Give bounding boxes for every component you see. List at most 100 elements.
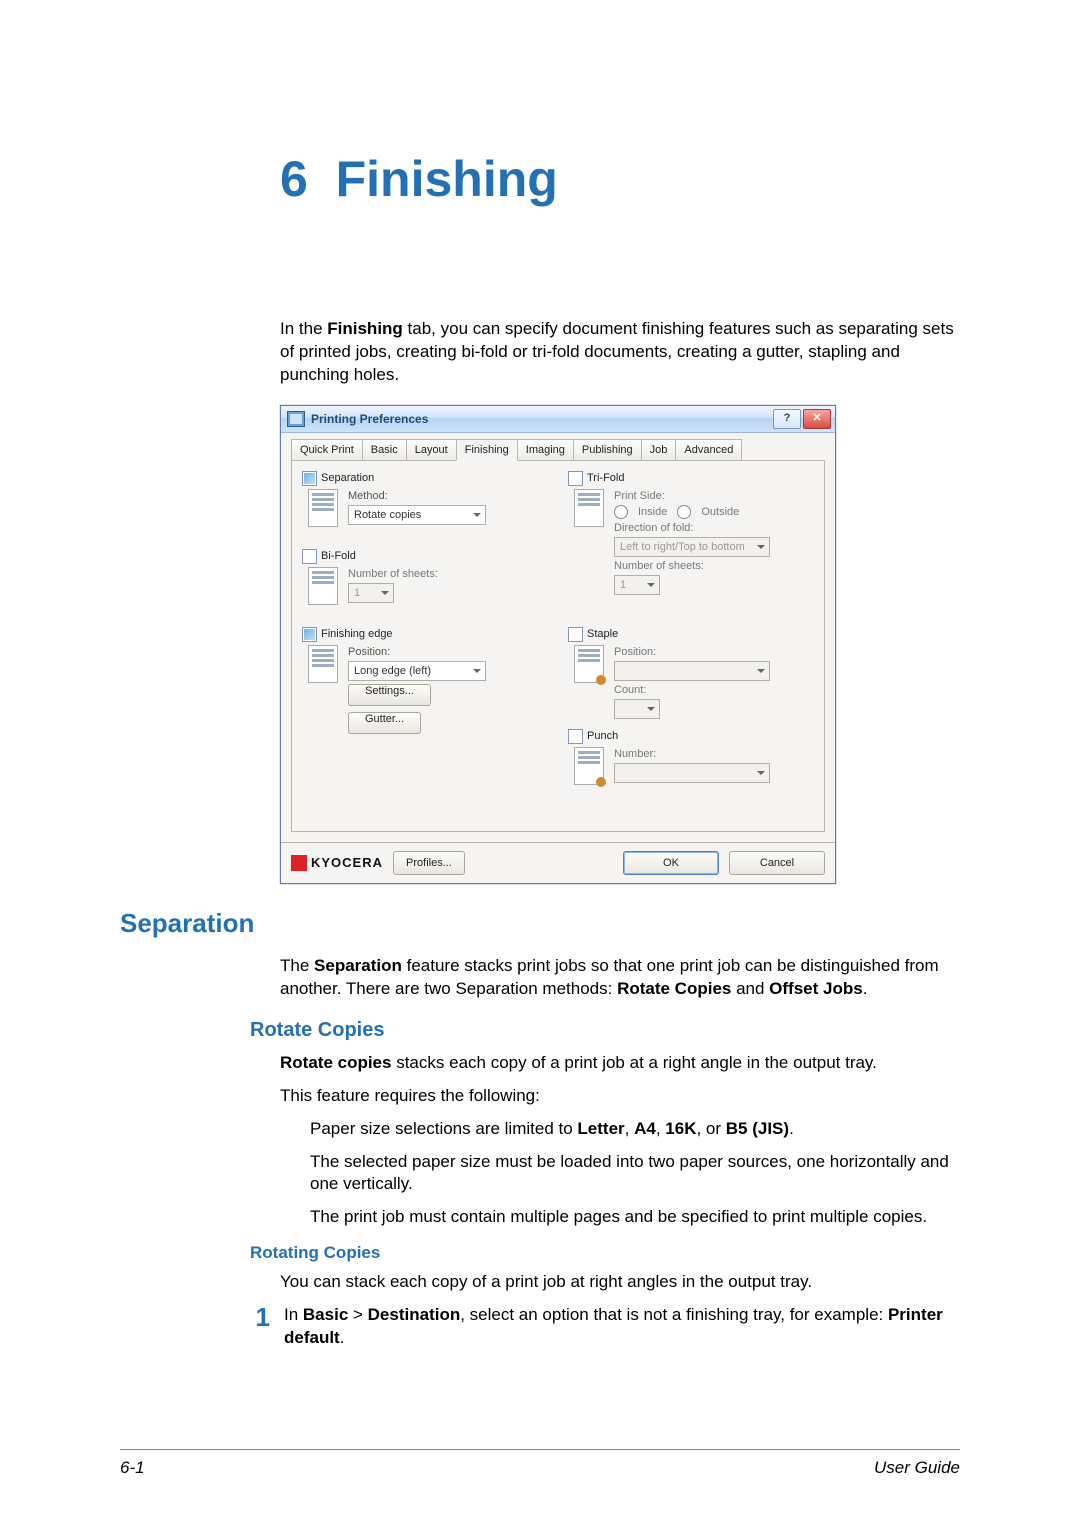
outside-label: Outside bbox=[701, 506, 739, 518]
tab-page-finishing: Separation Method: Rotate copies bbox=[291, 460, 825, 832]
tab-strip: Quick Print Basic Layout Finishing Imagi… bbox=[291, 439, 825, 461]
t: Destination bbox=[368, 1305, 461, 1324]
finishing-edge-checkbox[interactable] bbox=[302, 627, 317, 642]
punch-number-label: Number: bbox=[614, 748, 814, 760]
finishing-edge-thumbnail-icon bbox=[308, 645, 338, 683]
bifold-sheets-dropdown[interactable]: 1 bbox=[348, 583, 394, 603]
inside-radio[interactable] bbox=[614, 505, 628, 519]
t: . bbox=[863, 979, 868, 998]
punch-thumbnail-icon bbox=[574, 747, 604, 785]
punch-group: Punch Number: bbox=[568, 729, 814, 799]
rotate-copies-body: Rotate copies stacks each copy of a prin… bbox=[280, 1052, 960, 1108]
bifold-sheets-label: Number of sheets: bbox=[348, 568, 548, 580]
punch-checkbox[interactable] bbox=[568, 729, 583, 744]
t: You can stack each copy of a print job a… bbox=[280, 1271, 960, 1294]
ok-button[interactable]: OK bbox=[623, 851, 719, 875]
dialog-title: Printing Preferences bbox=[311, 412, 428, 426]
intro-text: In the bbox=[280, 319, 327, 338]
close-button[interactable]: ✕ bbox=[803, 409, 831, 429]
kyocera-logo: KYOCERA bbox=[291, 855, 383, 871]
step-1: 1 In Basic > Destination, select an opti… bbox=[250, 1304, 960, 1350]
cancel-button[interactable]: Cancel bbox=[729, 851, 825, 875]
printing-preferences-dialog: Printing Preferences ? ✕ Quick Print Bas… bbox=[280, 405, 836, 884]
printer-icon bbox=[287, 411, 305, 427]
t: and bbox=[731, 979, 769, 998]
method-label: Method: bbox=[348, 490, 548, 502]
kyocera-text: KYOCERA bbox=[311, 855, 383, 870]
kyocera-mark-icon bbox=[291, 855, 307, 871]
staple-thumbnail-icon bbox=[574, 645, 604, 683]
finishing-edge-group: Finishing edge Position: Long edge (left… bbox=[302, 627, 548, 757]
tab-quick-print[interactable]: Quick Print bbox=[291, 439, 363, 461]
method-dropdown[interactable]: Rotate copies bbox=[348, 505, 486, 525]
rotate-copies-heading: Rotate Copies bbox=[250, 1019, 960, 1042]
gutter-button[interactable]: Gutter... bbox=[348, 712, 421, 734]
t: , bbox=[656, 1119, 665, 1138]
page-number: 6-1 bbox=[120, 1458, 145, 1478]
direction-dropdown[interactable]: Left to right/Top to bottom bbox=[614, 537, 770, 557]
position-dropdown[interactable]: Long edge (left) bbox=[348, 661, 486, 681]
dialog-screenshot: Printing Preferences ? ✕ Quick Print Bas… bbox=[280, 405, 960, 884]
staple-position-label: Position: bbox=[614, 646, 814, 658]
rotating-copies-intro: You can stack each copy of a print job a… bbox=[280, 1271, 960, 1294]
t: Paper size selections are limited to bbox=[310, 1119, 577, 1138]
settings-button[interactable]: Settings... bbox=[348, 684, 431, 706]
t: . bbox=[789, 1119, 794, 1138]
t: Basic bbox=[303, 1305, 348, 1324]
separation-checkbox[interactable] bbox=[302, 471, 317, 486]
trifold-sheets-label: Number of sheets: bbox=[614, 560, 814, 572]
t: B5 (JIS) bbox=[726, 1119, 789, 1138]
direction-label: Direction of fold: bbox=[614, 522, 814, 534]
staple-position-dropdown[interactable] bbox=[614, 661, 770, 681]
t: 16K bbox=[665, 1119, 696, 1138]
tab-imaging[interactable]: Imaging bbox=[517, 439, 574, 461]
punch-label: Punch bbox=[587, 730, 618, 742]
t: This feature requires the following: bbox=[280, 1085, 960, 1108]
staple-checkbox[interactable] bbox=[568, 627, 583, 642]
finishing-edge-label: Finishing edge bbox=[321, 628, 393, 640]
trifold-sheets-dropdown[interactable]: 1 bbox=[614, 575, 660, 595]
separation-group: Separation Method: Rotate copies bbox=[302, 471, 548, 543]
dialog-bottom-bar: KYOCERA Profiles... OK Cancel bbox=[281, 842, 835, 883]
intro-paragraph: In the Finishing tab, you can specify do… bbox=[280, 318, 960, 387]
trifold-group: Tri-Fold Print Side: Inside Outside Di bbox=[568, 471, 814, 621]
staple-count-label: Count: bbox=[614, 684, 814, 696]
t: The bbox=[280, 956, 314, 975]
t: A4 bbox=[634, 1119, 656, 1138]
profiles-button[interactable]: Profiles... bbox=[393, 851, 465, 875]
trifold-label: Tri-Fold bbox=[587, 472, 624, 484]
t: , select an option that is not a finishi… bbox=[460, 1305, 888, 1324]
position-label: Position: bbox=[348, 646, 548, 658]
rotating-copies-heading: Rotating Copies bbox=[250, 1243, 960, 1263]
bifold-checkbox[interactable] bbox=[302, 549, 317, 564]
tab-job[interactable]: Job bbox=[641, 439, 677, 461]
page-footer: 6-1 User Guide bbox=[120, 1449, 960, 1478]
t: Letter bbox=[577, 1119, 624, 1138]
tab-basic[interactable]: Basic bbox=[362, 439, 407, 461]
t: The print job must contain multiple page… bbox=[310, 1206, 960, 1229]
bifold-thumbnail-icon bbox=[308, 567, 338, 605]
staple-group: Staple Position: Count: bbox=[568, 627, 814, 723]
outside-radio[interactable] bbox=[677, 505, 691, 519]
bifold-group: Bi-Fold Number of sheets: 1 bbox=[302, 549, 548, 621]
trifold-checkbox[interactable] bbox=[568, 471, 583, 486]
bifold-label: Bi-Fold bbox=[321, 550, 356, 562]
t: stacks each copy of a print job at a rig… bbox=[391, 1053, 876, 1072]
t: Rotate copies bbox=[280, 1053, 391, 1072]
separation-heading: Separation bbox=[120, 908, 960, 939]
print-side-label: Print Side: bbox=[614, 490, 814, 502]
intro-bold: Finishing bbox=[327, 319, 403, 338]
tab-publishing[interactable]: Publishing bbox=[573, 439, 642, 461]
punch-number-dropdown[interactable] bbox=[614, 763, 770, 783]
t: In bbox=[284, 1305, 303, 1324]
staple-count-dropdown[interactable] bbox=[614, 699, 660, 719]
t: Offset Jobs bbox=[769, 979, 863, 998]
help-button[interactable]: ? bbox=[773, 409, 801, 429]
tab-layout[interactable]: Layout bbox=[406, 439, 457, 461]
trifold-thumbnail-icon bbox=[574, 489, 604, 527]
t: , or bbox=[696, 1119, 725, 1138]
tab-finishing[interactable]: Finishing bbox=[456, 439, 518, 461]
inside-label: Inside bbox=[638, 506, 667, 518]
tab-advanced[interactable]: Advanced bbox=[675, 439, 742, 461]
separation-paragraph: The Separation feature stacks print jobs… bbox=[280, 955, 960, 1001]
